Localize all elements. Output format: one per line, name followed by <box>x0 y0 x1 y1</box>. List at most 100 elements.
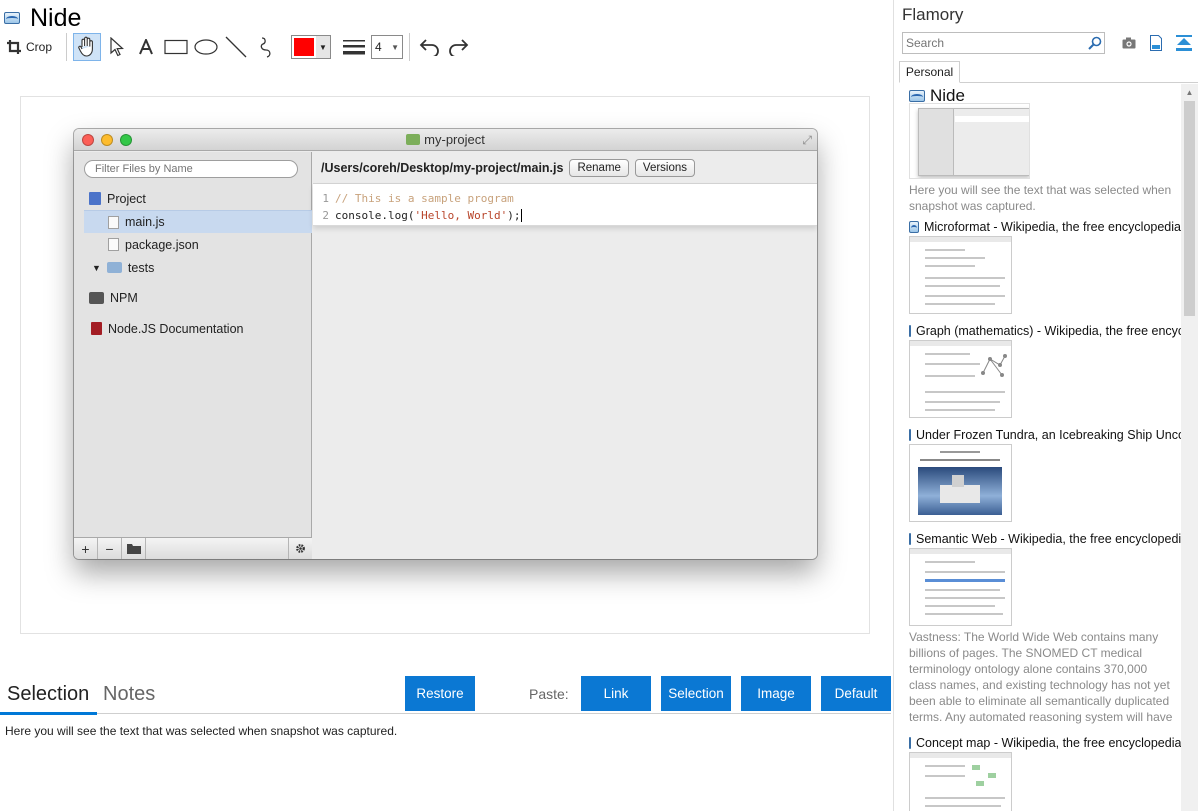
list-item[interactable]: Under Frozen Tundra, an Icebreaking Ship… <box>894 428 1181 528</box>
thumbnail-line <box>925 391 1005 393</box>
tab-personal[interactable]: Personal <box>899 61 960 83</box>
thumbnail-header <box>910 549 1011 554</box>
paste-selection-button[interactable]: Selection <box>661 676 731 711</box>
snapshot-preview[interactable]: my-project ⤢ Project main.js package.jso… <box>20 96 870 634</box>
hand-tool-button[interactable] <box>73 33 101 61</box>
thumbnail-line <box>925 249 965 251</box>
text-tool-button[interactable] <box>131 34 161 60</box>
toolbar: Crop ▼ 4 ▼ <box>4 33 884 61</box>
graph-diagram-icon <box>981 354 1007 377</box>
snapshot-thumbnail <box>909 444 1012 522</box>
paste-label: Paste: <box>529 686 569 702</box>
tab-selection[interactable]: Selection <box>7 683 89 706</box>
paste-link-button[interactable]: Link <box>581 676 651 711</box>
bottom-tab-bar: Selection Notes Restore Paste: Link Sele… <box>0 676 893 715</box>
undo-icon <box>419 39 439 56</box>
main-pane: Nide Crop ▼ 4 ▼ my-project ⤢ Filter File… <box>0 0 893 811</box>
thumbnail-line <box>925 765 965 767</box>
thumbnail-line <box>925 401 1000 403</box>
tree-item-label: Project <box>107 191 146 206</box>
ship-photo-hull <box>940 485 980 503</box>
list-item-header: Microformat - Wikipedia, the free encycl… <box>909 220 1181 234</box>
list-item-header: Under Frozen Tundra, an Icebreaking Ship… <box>909 428 1181 442</box>
scrollbar-thumb[interactable] <box>1184 101 1195 316</box>
scrollbar[interactable]: ▲ <box>1181 84 1198 811</box>
restore-button[interactable]: Restore <box>405 676 475 711</box>
tree-item-npm: NPM <box>74 286 312 309</box>
list-item-header: Concept map - Wikipedia, the free encycl… <box>909 736 1181 750</box>
search-input[interactable] <box>903 33 1086 53</box>
camera-icon[interactable] <box>1120 34 1138 52</box>
thumbnail-code <box>955 116 1029 122</box>
snapshot-icon <box>909 737 911 749</box>
tree-item-label: NPM <box>110 290 138 305</box>
search-icon[interactable] <box>1086 33 1104 53</box>
rectangle-icon <box>164 39 188 55</box>
thumbnail-line <box>925 277 1005 279</box>
document-icon[interactable] <box>1147 34 1165 52</box>
tab-notes[interactable]: Notes <box>103 683 155 706</box>
snapshot-library-panel: Flamory Personal Nide Here <box>893 0 1198 811</box>
line-tool-button[interactable] <box>221 34 251 60</box>
window-titlebar: my-project ⤢ <box>74 129 817 151</box>
chevron-down-icon: ▼ <box>316 36 330 58</box>
paste-default-button[interactable]: Default <box>821 676 891 711</box>
npm-icon <box>89 291 104 304</box>
snapshot-icon <box>909 221 919 233</box>
toolbar-divider <box>409 33 410 61</box>
toolbar-divider <box>66 33 67 61</box>
tree-item-label: Node.JS Documentation <box>108 321 244 336</box>
list-item[interactable]: Concept map - Wikipedia, the free encycl… <box>894 736 1181 811</box>
tree-item-tests: ▼ tests <box>74 256 312 279</box>
line-width-select[interactable]: 4 ▼ <box>371 35 403 59</box>
thumbnail-line <box>925 409 995 411</box>
code-line: 1 // This is a sample program <box>313 190 817 207</box>
file-icon <box>108 238 119 251</box>
thumbnail-line <box>925 571 1005 573</box>
file-sidebar: Project main.js package.json ▼ tests <box>74 152 312 559</box>
thumbnail-highlight <box>925 579 1005 582</box>
paste-image-button[interactable]: Image <box>741 676 811 711</box>
snapshot-list: Nide Here you will see the text that was… <box>894 86 1181 811</box>
thumbnail-line <box>920 459 1000 461</box>
code-text: ); <box>507 209 521 222</box>
ellipse-tool-button[interactable] <box>191 34 221 60</box>
scroll-up-icon[interactable]: ▲ <box>1181 84 1198 100</box>
line-icon <box>225 36 247 58</box>
selection-text[interactable]: Here you will see the text that was sele… <box>5 724 397 738</box>
page-title: Nide <box>30 4 82 32</box>
pointer-tool-button[interactable] <box>101 34 131 60</box>
crop-icon <box>7 40 21 54</box>
file-icon <box>108 215 119 229</box>
collapse-panel-icon[interactable] <box>1175 34 1193 52</box>
snapshot-icon <box>909 533 911 545</box>
list-item[interactable]: Nide Here you will see the text that was… <box>894 86 1181 216</box>
stroke-color-picker[interactable]: ▼ <box>291 35 331 59</box>
line-width-button[interactable] <box>339 34 369 60</box>
list-item-title: Graph (mathematics) - Wikipedia, the fre… <box>916 324 1181 338</box>
rectangle-tool-button[interactable] <box>161 34 191 60</box>
list-item[interactable]: Semantic Web - Wikipedia, the free encyc… <box>894 532 1181 732</box>
list-item[interactable]: Graph (mathematics) - Wikipedia, the fre… <box>894 324 1181 424</box>
freehand-tool-button[interactable] <box>251 34 281 60</box>
window-title: my-project <box>74 132 817 147</box>
tree-item-label: main.js <box>125 215 165 229</box>
list-item[interactable]: Microformat - Wikipedia, the free encycl… <box>894 220 1181 320</box>
tree-item-project: Project <box>74 187 312 210</box>
undo-button[interactable] <box>416 34 444 60</box>
snapshot-thumbnail <box>909 340 1012 418</box>
ship-photo <box>918 467 1002 515</box>
text-cursor <box>521 209 523 222</box>
tab-divider <box>0 713 891 714</box>
list-item-header: Graph (mathematics) - Wikipedia, the fre… <box>909 324 1181 338</box>
tree-item-label: package.json <box>125 237 199 252</box>
snapshot-thumbnail <box>909 752 1012 811</box>
app-title: Flamory <box>902 5 964 24</box>
line-number: 1 <box>322 192 329 205</box>
new-folder-icon <box>122 538 146 559</box>
concept-map-node <box>988 773 996 778</box>
thumbnail-sidebar <box>919 109 954 175</box>
crop-button[interactable]: Crop <box>4 34 60 60</box>
redo-button[interactable] <box>444 34 472 60</box>
search-box <box>902 32 1105 54</box>
